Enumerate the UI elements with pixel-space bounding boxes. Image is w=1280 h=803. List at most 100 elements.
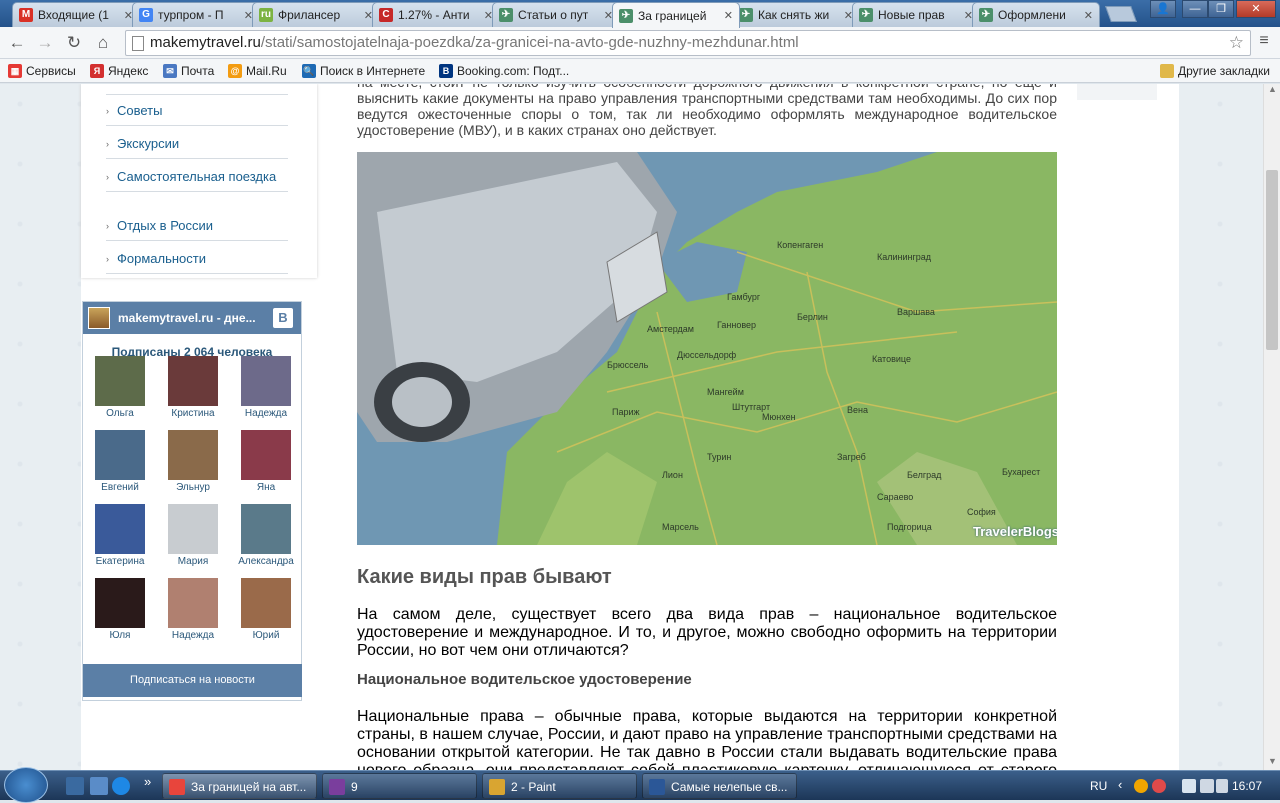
volume-tray-icon[interactable]	[1216, 779, 1228, 793]
show-desktop-icon[interactable]	[66, 777, 84, 795]
member-avatar	[95, 504, 145, 554]
member-name: Ольга	[106, 408, 134, 419]
browser-tab[interactable]: ✈ Статьи о пут ✕	[492, 2, 620, 27]
taskbar-item[interactable]: За границей на авт...	[162, 773, 317, 799]
browser-tab[interactable]: ✈ За границей ✕	[612, 2, 740, 28]
taskbar-item-label: Самые нелепые св...	[671, 780, 788, 794]
category-menu: › Советы › Экскурсии › Самостоятельная поездк…	[81, 84, 317, 278]
member-name: Юля	[109, 630, 131, 641]
bookmark-item[interactable]: @ Mail.Ru	[228, 62, 287, 80]
category-link[interactable]: › Советы	[106, 103, 288, 126]
forward-button[interactable]: →	[34, 32, 56, 54]
tab-close-icon[interactable]: ✕	[1084, 9, 1093, 22]
member-avatar	[168, 356, 218, 406]
taskbar-item-label: За границей на авт...	[191, 780, 307, 794]
member-name: Евгений	[101, 482, 139, 493]
vk-member[interactable]: Надежда	[231, 356, 301, 419]
vk-widget-header[interactable]: makemytravel.ru - дне... В	[83, 302, 301, 334]
bookmark-item[interactable]: ▦ Сервисы	[8, 62, 76, 80]
vk-member[interactable]: Надежда	[158, 578, 228, 641]
category-link[interactable]: › Экскурсии	[106, 136, 288, 159]
tray-app-icon[interactable]	[1134, 779, 1148, 793]
vk-member[interactable]: Юля	[85, 578, 155, 641]
map-city-label: Брюссель	[607, 360, 649, 370]
browser-tab[interactable]: M Входящие (1 ✕	[12, 2, 140, 27]
map-city-label: Штутгарт	[732, 402, 771, 412]
member-name: Юрий	[252, 630, 280, 641]
search-icon: 🔍	[302, 64, 316, 78]
member-avatar	[95, 578, 145, 628]
network-tray-icon[interactable]	[1200, 779, 1214, 793]
internet-explorer-icon[interactable]	[112, 777, 130, 795]
taskbar-item-label: 9	[351, 780, 358, 794]
bookmark-item[interactable]: 🔍 Поиск в Интернете	[302, 62, 425, 80]
category-link[interactable]: › Формальности	[106, 251, 288, 274]
taskbar-item[interactable]: 2 - Paint	[482, 773, 637, 799]
vk-member[interactable]: Евгений	[85, 430, 155, 493]
bookmark-item[interactable]: ✉ Почта	[163, 62, 214, 80]
vk-subscribe-button[interactable]: Подписаться на новости	[83, 664, 302, 697]
category-divider	[106, 94, 288, 95]
vk-logo-icon[interactable]: В	[273, 308, 293, 328]
vk-member[interactable]: Екатерина	[85, 504, 155, 567]
vk-member[interactable]: Юрий	[231, 578, 301, 641]
member-name: Надежда	[244, 408, 288, 419]
article-paragraph-1: На самом деле, существует всего два вида…	[357, 606, 1057, 659]
quick-launch-more-icon[interactable]: »	[144, 774, 151, 789]
bookmark-item[interactable]: Я Яндекс	[90, 62, 148, 80]
browser-tab[interactable]: ✈ Как снять жи ✕	[732, 2, 860, 27]
browser-tab[interactable]: ru Фрилансер ✕	[252, 2, 380, 27]
vk-member[interactable]: Кристина	[158, 356, 228, 419]
start-button[interactable]	[4, 767, 48, 803]
restore-button[interactable]: ❐	[1208, 0, 1234, 18]
tray-expand-icon[interactable]: ‹	[1118, 777, 1122, 792]
category-label: Самостоятельная поездка	[117, 169, 277, 184]
bookmark-label: Поиск в Интернете	[320, 64, 426, 78]
browser-tab[interactable]: ✈ Оформлени ✕	[972, 2, 1100, 27]
tab-title: Фрилансер	[278, 8, 341, 22]
vk-member[interactable]: Яна	[231, 430, 301, 493]
antivirus-tray-icon[interactable]	[1152, 779, 1166, 793]
folder-icon	[1160, 64, 1174, 78]
user-icon[interactable]: 👤	[1150, 0, 1176, 18]
language-indicator[interactable]: RU	[1090, 771, 1107, 801]
taskbar-item[interactable]: 9	[322, 773, 477, 799]
vk-member[interactable]: Мария	[158, 504, 228, 567]
antiplagiat-icon: C	[379, 8, 393, 22]
reload-button[interactable]: ↻	[63, 32, 85, 54]
page-scrollbar[interactable]: ▲ ▼	[1263, 84, 1280, 770]
minimize-button[interactable]: —	[1182, 0, 1208, 18]
new-tab-button[interactable]	[1105, 6, 1137, 22]
browser-tab[interactable]: Gтурпром - П ✕	[132, 2, 260, 27]
chevron-right-icon: ›	[106, 172, 109, 182]
scroll-down-arrow[interactable]: ▼	[1264, 756, 1280, 770]
close-window-button[interactable]: ✕	[1236, 0, 1276, 18]
category-link[interactable]: › Отдых в России	[106, 218, 288, 241]
category-link[interactable]: › Самостоятельная поездка	[106, 169, 288, 192]
vk-member[interactable]: Александра	[231, 504, 301, 567]
explorer-icon[interactable]	[90, 777, 108, 795]
map-city-label: Мюнхен	[762, 412, 796, 422]
address-bar[interactable]: makemytravel.ru/stati/samostojatelnaja-p…	[125, 30, 1251, 56]
vk-member[interactable]: Эльнур	[158, 430, 228, 493]
bookmarks-bar: ▦ Сервисы Я Яндекс ✉ Почта @ Mail.Ru 🔍 Поиск в Ин…	[0, 59, 1280, 83]
other-bookmarks[interactable]: Другие закладки	[1160, 62, 1270, 80]
scrollbar-thumb[interactable]	[1266, 170, 1278, 350]
vk-member[interactable]: Ольга	[85, 356, 155, 419]
bookmark-item[interactable]: B Booking.com: Подт...	[439, 62, 569, 80]
clock[interactable]: 16:07	[1232, 771, 1262, 801]
scroll-up-arrow[interactable]: ▲	[1264, 84, 1280, 98]
booking-icon: B	[439, 64, 453, 78]
map-city-label: Лион	[662, 470, 683, 480]
tab-close-icon[interactable]: ✕	[724, 9, 733, 22]
browser-tab[interactable]: C 1.27% - Анти ✕	[372, 2, 500, 27]
usb-tray-icon[interactable]	[1182, 779, 1196, 793]
bookmark-star-icon[interactable]: ☆	[1229, 31, 1244, 55]
map-city-label: Сараево	[877, 492, 914, 502]
browser-tab[interactable]: ✈ Новые прав ✕	[852, 2, 980, 27]
chrome-menu-button[interactable]: ≡	[1254, 32, 1274, 50]
home-button[interactable]: ⌂	[92, 32, 114, 54]
chevron-right-icon: ›	[106, 254, 109, 264]
back-button[interactable]: ←	[6, 32, 28, 54]
taskbar-item[interactable]: Самые нелепые св...	[642, 773, 797, 799]
